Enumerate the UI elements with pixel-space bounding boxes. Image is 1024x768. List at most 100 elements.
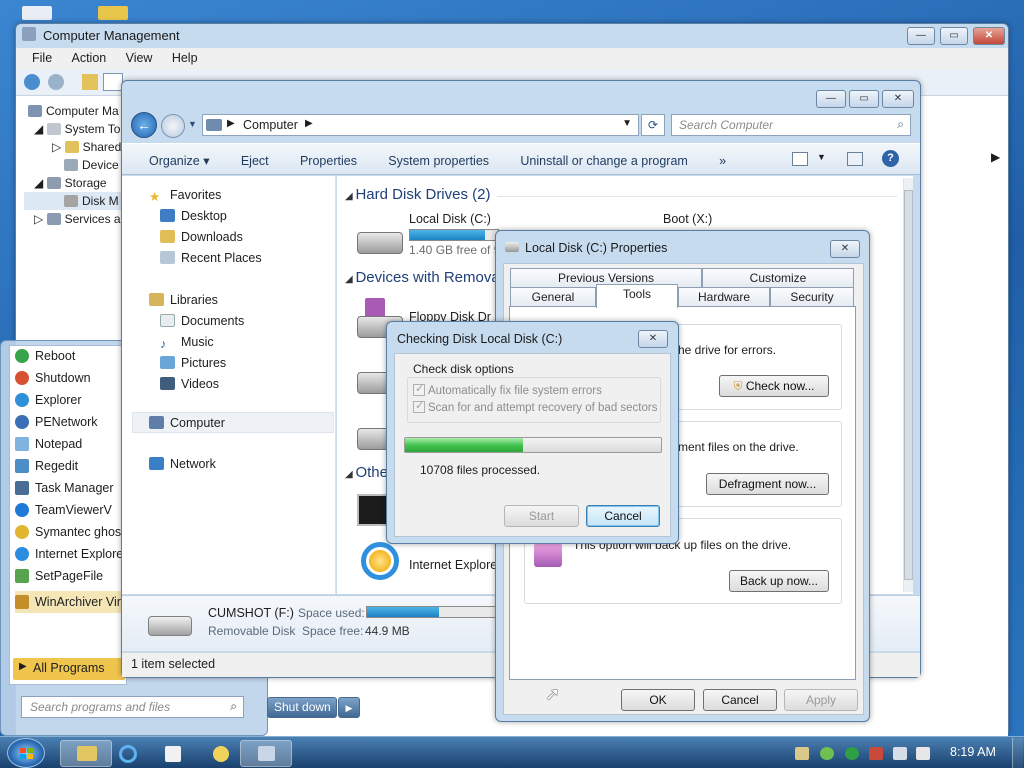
nav-videos[interactable]: Videos [160,374,219,395]
forward-button[interactable] [161,114,185,138]
menu-file[interactable]: File [32,51,52,65]
close-button[interactable]: ✕ [882,90,914,108]
maximize-button[interactable]: ▭ [940,27,968,45]
breadcrumb[interactable]: Computer [243,118,298,132]
vertical-scrollbar[interactable] [903,178,913,592]
shutdown-button[interactable]: Shut down [267,697,337,718]
tree-item[interactable]: ▷ Shared [24,138,124,156]
group-hard-disk-drives[interactable]: ◢ Hard Disk Drives (2) [345,186,490,203]
minimize-button[interactable]: — [907,27,935,45]
tree-item[interactable]: ▷ Services an [24,210,127,228]
properties-button[interactable]: Properties [300,154,357,168]
tray-display-icon[interactable] [893,747,907,760]
start-item-symantec-ghost[interactable]: Symantec ghost [15,521,123,543]
tree-item[interactable]: ◢ System To [24,120,124,138]
taskbar-app-button[interactable] [146,740,198,767]
back-button[interactable]: ← [131,112,157,138]
recent-pages-icon[interactable]: ▼ [188,119,197,129]
start-item-notepad[interactable]: Notepad [15,433,123,455]
cancel-button[interactable]: Cancel [703,689,777,711]
desktop-icon[interactable] [22,6,52,20]
close-button[interactable]: ✕ [830,240,860,258]
group-removable-storage[interactable]: ◢ Devices with Remova [345,269,500,286]
expand-arrow-icon[interactable]: ▶ [991,150,1000,164]
nav-computer[interactable]: Computer [132,412,334,433]
tab-tools[interactable]: Tools [596,284,678,308]
defragment-now-button[interactable]: Defragment now... [706,473,829,495]
menu-action[interactable]: Action [72,51,107,65]
tree-item[interactable]: Computer Ma [24,102,124,120]
start-item-reboot[interactable]: Reboot [15,345,123,367]
tab-customize[interactable]: Customize [702,268,854,287]
nav-music[interactable]: ♪ Music [160,332,214,353]
organize-button[interactable]: Organize ▾ [149,154,209,168]
show-desktop-button[interactable] [1012,738,1023,768]
start-search-input[interactable]: Search programs and files ⌕ [21,696,244,718]
shutdown-options-button[interactable]: ▶ [338,697,360,718]
shortcut-name[interactable]: Internet Explorer [409,558,501,572]
start-button[interactable] [7,738,45,768]
preview-pane-icon[interactable] [847,152,863,166]
backup-now-button[interactable]: Back up now... [729,570,829,592]
up-folder-icon[interactable] [82,74,98,90]
tree-item[interactable]: Device [24,156,124,174]
start-item-setpagefile[interactable]: SetPageFile [15,565,123,587]
address-dropdown-icon[interactable]: ▼ [622,118,632,129]
nav-downloads[interactable]: Downloads [160,227,243,248]
tab-security[interactable]: Security [770,287,854,306]
nav-pictures[interactable]: Pictures [160,353,226,374]
start-item-penetwork[interactable]: PENetwork [15,411,123,433]
auto-fix-checkbox[interactable] [413,382,425,396]
menu-view[interactable]: View [126,51,153,65]
address-bar[interactable]: ▶ Computer ▶ ▼ [202,114,639,136]
explorer-search-input[interactable]: Search Computer ⌕ [671,114,911,136]
group-other[interactable]: ◢ Othe [345,464,388,481]
tree-item[interactable]: ◢ Storage [24,174,124,192]
tray-media-icon[interactable] [845,747,859,760]
taskbar-ghost-button[interactable] [194,740,246,767]
start-item-shutdown[interactable]: Shutdown [15,367,123,389]
tray-network-icon[interactable] [795,747,809,760]
change-view-icon[interactable] [792,152,808,166]
close-button[interactable]: ✕ [973,27,1005,45]
scan-sectors-checkbox[interactable] [413,399,425,413]
nav-favorites[interactable]: ★ Favorites [149,185,221,206]
apply-button[interactable]: Apply [784,689,858,711]
show-tree-icon[interactable] [103,73,123,91]
uninstall-program-button[interactable]: Uninstall or change a program [520,154,687,168]
start-item-explorer[interactable]: Explorer [15,389,123,411]
drive-name[interactable]: Local Disk (C:) [409,212,491,226]
tab-general[interactable]: General [510,287,596,306]
desktop-icon[interactable] [98,6,128,20]
taskbar-computer-management-button[interactable] [240,740,292,767]
start-button[interactable]: Start [504,505,579,527]
scrollbar-thumb[interactable] [904,190,913,580]
ok-button[interactable]: OK [621,689,695,711]
clock[interactable]: 8:19 AM [950,745,996,759]
back-icon[interactable] [24,74,40,90]
check-now-button[interactable]: ⛨ Check now... [719,375,829,397]
all-programs-button[interactable]: ▶ All Programs [13,658,125,680]
close-button[interactable]: ✕ [638,330,668,348]
start-item-teamviewer[interactable]: TeamViewerV [15,499,123,521]
more-commands-button[interactable]: » [719,154,726,168]
start-item-regedit[interactable]: Regedit [15,455,123,477]
tray-volume-icon[interactable] [916,747,930,760]
nav-documents[interactable]: Documents [160,311,244,332]
forward-icon[interactable] [48,74,64,90]
start-item-task-manager[interactable]: Task Manager [15,477,123,499]
maximize-button[interactable]: ▭ [849,90,879,108]
tray-security-icon[interactable] [820,747,834,760]
menu-help[interactable]: Help [172,51,198,65]
nav-recent-places[interactable]: Recent Places [160,248,262,269]
eject-button[interactable]: Eject [241,154,269,168]
tray-app-icon[interactable] [869,747,883,760]
system-properties-button[interactable]: System properties [388,154,489,168]
nav-network[interactable]: Network [149,454,216,475]
start-item-winarchiver[interactable]: WinArchiver Virt [15,591,123,613]
start-item-internet-explorer[interactable]: Internet Explorer [15,543,123,565]
tab-hardware[interactable]: Hardware [678,287,770,306]
view-dropdown-icon[interactable]: ▼ [817,152,826,162]
drive-name[interactable]: Boot (X:) [663,212,712,226]
minimize-button[interactable]: — [816,90,846,108]
